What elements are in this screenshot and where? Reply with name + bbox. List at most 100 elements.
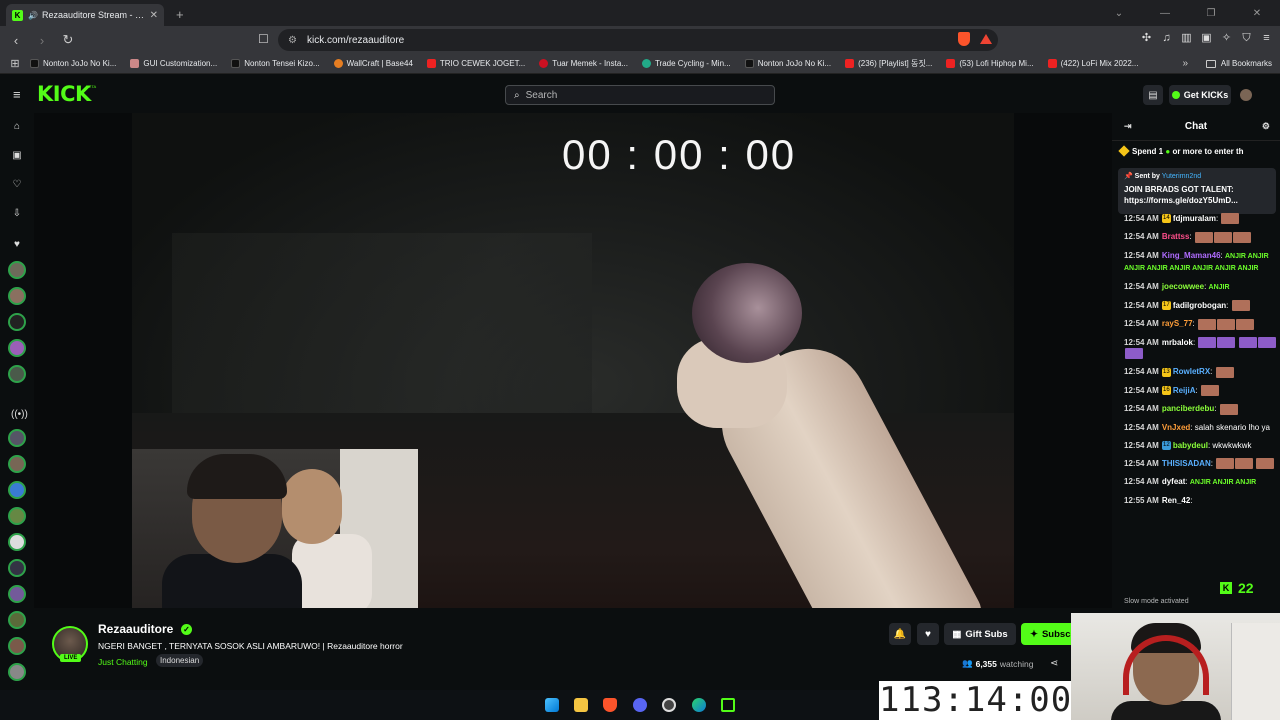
- pinned-link[interactable]: https://forms.gle/dozY5UmD...: [1124, 196, 1270, 205]
- recommended-channel-avatar[interactable]: [8, 455, 26, 473]
- minimize-button[interactable]: —: [1142, 8, 1188, 19]
- streamer-name[interactable]: Rezaauditore: [98, 622, 173, 636]
- wallet-icon[interactable]: ▣: [1201, 32, 1212, 45]
- bookmark-item[interactable]: Nonton Tensei Kizo...: [231, 59, 320, 68]
- reload-icon[interactable]: ↻: [58, 32, 78, 48]
- bookmark-item[interactable]: TRIO CEWEK JOGET...: [426, 59, 525, 68]
- left-sidebar: ⌂ ▣ ♡ ⇩ ♥ ((•)): [0, 113, 34, 690]
- folder-icon: [1205, 59, 1216, 68]
- brave-shield-icon[interactable]: [958, 32, 970, 46]
- browser-tabbar: K 🔊 Rezaauditore Stream - Watch ✕ + ⌄ — …: [0, 0, 1280, 26]
- pinned-message[interactable]: 📌 Sent by Yuterimn2nd JOIN BRRADS GOT TA…: [1118, 168, 1276, 214]
- recommended-channel-avatar[interactable]: [8, 663, 26, 681]
- recommended-channel-avatar[interactable]: [8, 637, 26, 655]
- media-icon[interactable]: ♫: [1161, 32, 1172, 45]
- site-info-icon[interactable]: ⚙: [288, 35, 297, 46]
- kicks-diamond-icon: [1118, 145, 1130, 157]
- edge-browser-icon[interactable]: [692, 698, 706, 712]
- bookmark-item[interactable]: WallCraft | Base44: [333, 59, 413, 68]
- recommended-icon: ((•)): [11, 409, 28, 420]
- sidebar-icon[interactable]: ▥: [1181, 32, 1192, 45]
- close-window-button[interactable]: ✕: [1234, 8, 1280, 19]
- more-bookmarks-icon[interactable]: »: [1182, 58, 1188, 69]
- file-explorer-icon[interactable]: [574, 698, 588, 712]
- bookmark-item[interactable]: Nonton JoJo No Ki...: [744, 59, 831, 68]
- category-link[interactable]: Just Chatting: [98, 657, 148, 667]
- chat-message: 12:54 AM VnJxed: salah skenario lho ya: [1124, 422, 1270, 432]
- brave-browser-icon[interactable]: [603, 698, 617, 712]
- bookmark-item[interactable]: Nonton JoJo No Ki...: [30, 59, 116, 68]
- get-kicks-button[interactable]: Get KICKs: [1169, 85, 1231, 105]
- bookmark-item[interactable]: Tuar Memek - Insta...: [539, 59, 628, 68]
- facecam-overlay: [1071, 613, 1280, 720]
- chat-messages: 12:54 AM 14 fdjmuralam: 12:54 AM Brattss: 1…: [1124, 213, 1278, 513]
- subathon-clock: 113:14:00: [879, 680, 1073, 720]
- followed-channel-avatar[interactable]: [8, 287, 26, 305]
- browser-toolbar: ‹ › ↻ ☐ ⚙ kick.com/rezaauditore ⌕ ✣ ♫ ▥ …: [0, 26, 1280, 54]
- obs-icon[interactable]: [662, 698, 676, 712]
- language-tag[interactable]: Indonesian: [156, 654, 204, 667]
- audio-playing-icon[interactable]: 🔊: [28, 11, 38, 20]
- browser-tab[interactable]: K 🔊 Rezaauditore Stream - Watch ✕: [6, 4, 164, 26]
- followed-channel-avatar[interactable]: [8, 339, 26, 357]
- bookmark-icon[interactable]: ☐: [258, 32, 269, 46]
- gift-icon: ▦: [952, 628, 962, 640]
- bookmark-item[interactable]: (236) [Playlist] 동짓...: [845, 58, 932, 69]
- bookmark-item[interactable]: (422) LoFi Mix 2022...: [1047, 59, 1138, 68]
- clips-icon[interactable]: ⇩: [11, 208, 23, 220]
- recommended-channel-avatar[interactable]: [8, 559, 26, 577]
- layout-toggle-button[interactable]: ▤: [1143, 85, 1163, 105]
- discord-icon[interactable]: [633, 698, 647, 712]
- chat-settings-icon[interactable]: ⚙: [1262, 121, 1270, 132]
- kick-logo[interactable]: KICK: [37, 82, 91, 106]
- recommended-channel-avatar[interactable]: [8, 533, 26, 551]
- kicks-promo-bar[interactable]: Spend 1 ● or more to enter th: [1112, 143, 1280, 159]
- maximize-button[interactable]: ❐: [1188, 8, 1234, 19]
- chat-message: 12:54 AM joecowwee: ANJIR: [1124, 281, 1230, 291]
- held-orb: [692, 263, 802, 363]
- collapse-chat-icon[interactable]: ⇥: [1124, 121, 1132, 132]
- search-icon: ⌕: [514, 89, 520, 101]
- leo-icon[interactable]: ✧: [1221, 32, 1232, 45]
- follow-heart-icon[interactable]: ♥: [917, 623, 939, 645]
- recommended-channel-avatar[interactable]: [8, 611, 26, 629]
- hamburger-menu-icon[interactable]: ≡: [13, 87, 21, 102]
- share-icon[interactable]: ⋖: [1050, 658, 1058, 669]
- following-icon[interactable]: ♡: [11, 179, 23, 191]
- tab-search-icon[interactable]: ⌄: [1096, 8, 1142, 19]
- menu-icon[interactable]: ≡: [1261, 32, 1272, 45]
- viewer-count: 👥 6,355 watching: [962, 658, 1034, 669]
- new-tab-button[interactable]: +: [176, 7, 184, 22]
- extensions-icon[interactable]: ✣: [1141, 32, 1152, 45]
- browse-icon[interactable]: ▣: [11, 150, 23, 162]
- recommended-channel-avatar[interactable]: [8, 507, 26, 525]
- notification-bell-icon[interactable]: 🔔: [889, 623, 911, 645]
- vpn-icon[interactable]: ⛉: [1241, 32, 1252, 45]
- gift-subs-button[interactable]: ▦ Gift Subs: [944, 623, 1016, 645]
- kick-k-icon: K: [1220, 582, 1232, 594]
- forward-icon[interactable]: ›: [32, 33, 52, 48]
- back-icon[interactable]: ‹: [6, 33, 26, 48]
- bookmark-item[interactable]: (53) Lofi Hiphop Mi...: [946, 59, 1034, 68]
- recommended-channel-avatar[interactable]: [8, 481, 26, 499]
- address-bar[interactable]: ⚙ kick.com/rezaauditore ⌕: [278, 29, 998, 51]
- kick-app-icon[interactable]: [721, 698, 735, 712]
- chat-message: 12:54 AM panciberdebu:: [1124, 403, 1278, 415]
- followed-channel-avatar[interactable]: [8, 313, 26, 331]
- close-tab-icon[interactable]: ✕: [150, 10, 158, 21]
- followed-channel-avatar[interactable]: [8, 365, 26, 383]
- extension-icons: ✣ ♫ ▥ ▣ ✧ ⛉ ≡: [1141, 32, 1272, 45]
- followed-channel-avatar[interactable]: [8, 261, 26, 279]
- search-input[interactable]: ⌕ Search: [505, 85, 775, 105]
- video-player[interactable]: 00 : 00 : 00: [34, 113, 1112, 608]
- all-bookmarks-button[interactable]: All Bookmarks: [1205, 59, 1272, 68]
- user-avatar[interactable]: [1240, 89, 1252, 101]
- brave-rewards-icon[interactable]: [980, 34, 992, 44]
- start-menu-icon[interactable]: [545, 698, 559, 712]
- bookmark-item[interactable]: GUI Customization...: [130, 59, 217, 68]
- apps-grid-icon[interactable]: ⊞: [0, 57, 30, 70]
- bookmark-item[interactable]: Trade Cycling - Min...: [641, 59, 731, 68]
- recommended-channel-avatar[interactable]: [8, 429, 26, 447]
- home-icon[interactable]: ⌂: [11, 121, 23, 133]
- recommended-channel-avatar[interactable]: [8, 585, 26, 603]
